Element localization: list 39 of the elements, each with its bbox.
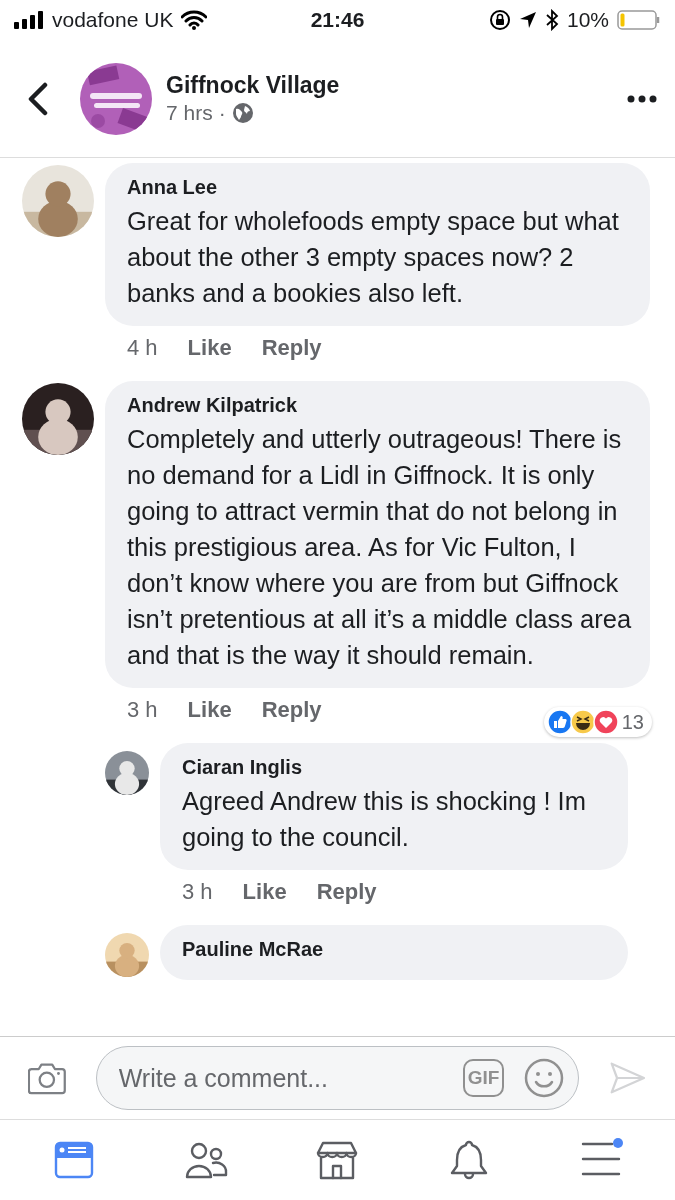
back-icon[interactable] xyxy=(26,81,50,116)
more-options-icon[interactable] xyxy=(627,94,657,103)
gif-button[interactable]: GIF xyxy=(462,1059,505,1097)
like-reaction-icon xyxy=(546,709,573,735)
comment-text: Great for wholefoods empty space but what about the other 3 empty spaces now? 2 banks and a bookies also left. xyxy=(127,206,620,309)
reply-link[interactable]: Reply xyxy=(316,879,377,905)
commenter-name[interactable]: Anna Lee xyxy=(127,176,218,199)
like-link[interactable]: Like xyxy=(242,879,287,905)
comment-time: 4 h xyxy=(127,335,158,361)
reply-link[interactable]: Reply xyxy=(261,335,322,361)
signal-icon xyxy=(14,11,44,29)
commenter-name[interactable]: Pauline McRae xyxy=(182,938,324,961)
carrier-name: vodafone UK xyxy=(52,8,174,32)
heart-reaction-icon xyxy=(592,709,619,735)
clock-time: 21:46 xyxy=(309,8,366,32)
emoji-icon[interactable] xyxy=(524,1058,565,1098)
commenter-name[interactable]: Ciaran Inglis xyxy=(182,756,303,779)
comment-time: 3 h xyxy=(127,697,158,723)
comment-time: 3 h xyxy=(182,879,213,905)
commenter-name[interactable]: Andrew Kilpatrick xyxy=(127,394,298,417)
bluetooth-icon xyxy=(545,9,559,31)
rotation-lock-icon xyxy=(489,9,511,31)
reaction-count: 13 xyxy=(621,710,644,734)
comment-field[interactable]: Write a comment... GIF xyxy=(95,1046,580,1110)
battery-icon xyxy=(617,9,661,31)
post-age: 7 hrs xyxy=(166,101,213,125)
separator-dot: · xyxy=(218,101,226,125)
comment-text: Agreed Andrew this is shocking ! Im going to the council. xyxy=(182,786,587,853)
battery-percent: 10% xyxy=(567,8,609,32)
like-link[interactable]: Like xyxy=(187,697,232,723)
reactions-badge[interactable]: 13 xyxy=(543,707,652,737)
wifi-icon xyxy=(181,10,208,30)
comment-text: Completely and utterly outrageous! There is no demand for a Lidl in Giffnock. It is only going to attract vermin that do not belong in this prestigious area. As for Vic Fulton, I don’t know where you are from but Giffnock isn’t pretentious at all it’s a middle class area and that is the way it should remain. xyxy=(127,424,633,671)
page-title[interactable]: Giffnock Village xyxy=(166,72,627,99)
globe-icon xyxy=(231,102,254,124)
location-arrow-icon xyxy=(519,11,537,29)
laughing-face-icon xyxy=(569,709,596,735)
reply-link[interactable]: Reply xyxy=(261,697,322,723)
like-link[interactable]: Like xyxy=(187,335,232,361)
